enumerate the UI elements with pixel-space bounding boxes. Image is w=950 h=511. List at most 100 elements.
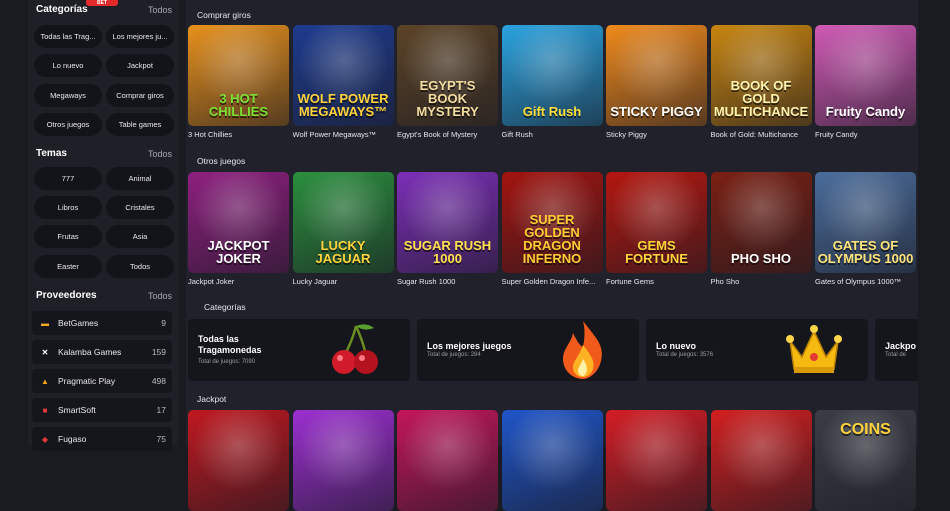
game-name[interactable]: Wolf Power Megaways™ [293,130,395,139]
provider-item[interactable]: ■ SmartSoft 17 [32,398,172,422]
game-tile[interactable]: COINS [815,410,916,511]
fire-icon [563,321,602,379]
game-tile[interactable]: SUPER GOLDEN DRAGON INFERNO [501,172,603,273]
temas-header: Temas Todos [36,148,172,159]
game-tile[interactable]: LUCKY JAGUAR [292,172,394,273]
category-card-subtitle: Total de juegos: 3576 [656,352,714,358]
game-name[interactable]: Gift Rush [502,130,604,139]
game-art-title: COINS [840,421,891,438]
game-art-title: PHO SHO [731,251,791,266]
game-tile[interactable]: STICKY PIGGY [606,25,707,126]
game-name[interactable]: Jackpot Joker [188,277,290,286]
row-title-otros: Otros juegos [197,156,246,166]
brand-logo[interactable]: BET [86,0,118,6]
provider-name: Pragmatic Play [58,376,116,386]
proveedores-all-link[interactable]: Todos [148,291,172,301]
game-name[interactable]: Pho Sho [711,277,813,286]
category-card-title: Jackpo [885,341,917,351]
game-tile[interactable] [710,410,812,511]
game-tile[interactable]: SUGAR RUSH 1000 [397,172,498,273]
game-art-title: GEMS FORTUNE [625,238,688,266]
categorias-title: Categorías [36,4,88,15]
cat-pill-5[interactable]: Megaways [34,84,102,107]
game-tile[interactable]: JACKPOT JOKER [188,172,289,273]
cat-pill-4[interactable]: Jackpot [106,54,174,77]
category-card-title: Lo nuevo [656,341,696,351]
provider-item[interactable]: ◆ Fugaso 75 [32,427,172,451]
game-name[interactable]: Book of Gold: Multichance [711,130,813,139]
provider-count: 9 [161,318,166,328]
game-tile[interactable]: Gift Rush [501,25,603,126]
game-name[interactable]: Fruity Candy [815,130,917,139]
game-art-title: Fruity Candy [825,104,906,119]
game-tile[interactable]: GEMS FORTUNE [606,172,707,273]
game-name[interactable]: 3 Hot Chillies [188,130,290,139]
category-card-subtitle: Total de juegos: 7090 [198,359,256,365]
game-name[interactable]: Egypt's Book of Mystery [397,130,499,139]
game-art-title: EGYPT'S BOOK MYSTERY [416,78,479,119]
temas-title: Temas [36,148,67,159]
category-card-subtitle: Total de [885,352,907,358]
game-tile[interactable]: PHO SHO [710,172,812,273]
tema-pill-2[interactable]: Animal [106,167,174,190]
game-name[interactable]: Sticky Piggy [606,130,708,139]
provider-count: 17 [156,405,166,415]
game-name[interactable]: Fortune Gems [606,277,708,286]
tema-pill-5[interactable]: Frutas [34,225,102,248]
game-name[interactable]: Super Golden Dragon Infe... [502,277,604,286]
game-art-title: SUGAR RUSH 1000 [403,238,492,266]
provider-name: BetGames [58,318,99,328]
game-art-title: STICKY PIGGY [610,104,703,119]
pragmatic-icon: ▲ [41,376,49,386]
provider-item[interactable]: ▬ BetGames 9 [32,311,172,335]
game-art-title: Gift Rush [522,104,582,119]
game-tile[interactable] [397,410,498,511]
tema-pill-7[interactable]: Easter [34,255,102,278]
provider-item[interactable]: ▲ Pragmatic Play 498 [32,369,172,393]
proveedores-title: Proveedores [36,290,97,301]
game-tile[interactable] [606,410,707,511]
smartsoft-icon: ■ [42,405,48,415]
temas-all-link[interactable]: Todos [148,149,172,159]
categorias-section-title: Categorías [204,302,246,312]
tema-pill-8[interactable]: Todos [106,255,174,278]
category-card-nuevo[interactable]: Lo nuevo Total de juegos: 3576 [646,319,868,381]
page-scroll-gutter [918,0,950,446]
tema-pill-1[interactable]: 777 [34,167,102,190]
game-tile[interactable]: BOOK OF GOLD MULTICHANCE [710,25,812,126]
game-name[interactable]: Lucky Jaguar [293,277,395,286]
main-content: Comprar giros 3 HOT CHILLIES 3 Hot Chilli… [186,0,935,511]
game-name[interactable]: Gates of Olympus 1000™ [815,277,917,286]
game-art-title: WOLF POWER MEGAWAYS™ [297,91,389,119]
cat-pill-3[interactable]: Lo nuevo [34,54,102,77]
cherries-icon [332,324,378,374]
game-name[interactable]: Sugar Rush 1000 [397,277,499,286]
betgames-icon: ▬ [41,318,49,328]
game-tile[interactable]: WOLF POWER MEGAWAYS™ [292,25,394,126]
tema-pill-4[interactable]: Cristales [106,196,174,219]
game-tile[interactable]: EGYPT'S BOOK MYSTERY [397,25,498,126]
cat-pill-2[interactable]: Los mejores ju... [106,25,174,48]
cat-pill-8[interactable]: Table games [106,113,174,136]
game-tile[interactable] [188,410,289,511]
game-tile[interactable]: Fruity Candy [815,25,916,126]
categorias-all-link[interactable]: Todos [148,5,172,15]
fugaso-icon: ◆ [41,434,49,444]
game-tile[interactable]: GATES OF OLYMPUS 1000 [815,172,916,273]
cat-pill-6[interactable]: Comprar giros [106,84,174,107]
category-card-todas[interactable]: Todas las Tragamonedas Total de juegos: … [188,319,410,381]
provider-item[interactable]: ✕ Kalamba Games 159 [32,340,172,364]
provider-name: SmartSoft [58,405,96,415]
game-tile[interactable] [292,410,394,511]
tema-pill-3[interactable]: Libros [34,196,102,219]
provider-count: 498 [151,376,166,386]
row-title-comprar: Comprar giros [197,10,251,20]
cat-pill-7[interactable]: Otros juegos [34,113,102,136]
game-tile[interactable] [501,410,603,511]
category-card-mejores[interactable]: Los mejores juegos Total de juegos: 284 [417,319,639,381]
provider-name: Fugaso [58,434,87,444]
cat-pill-1[interactable]: Todas las Trag... [34,25,102,48]
game-tile[interactable]: 3 HOT CHILLIES [188,25,289,126]
row-title-jackpot: Jackpot [197,394,227,404]
tema-pill-6[interactable]: Asia [106,225,174,248]
